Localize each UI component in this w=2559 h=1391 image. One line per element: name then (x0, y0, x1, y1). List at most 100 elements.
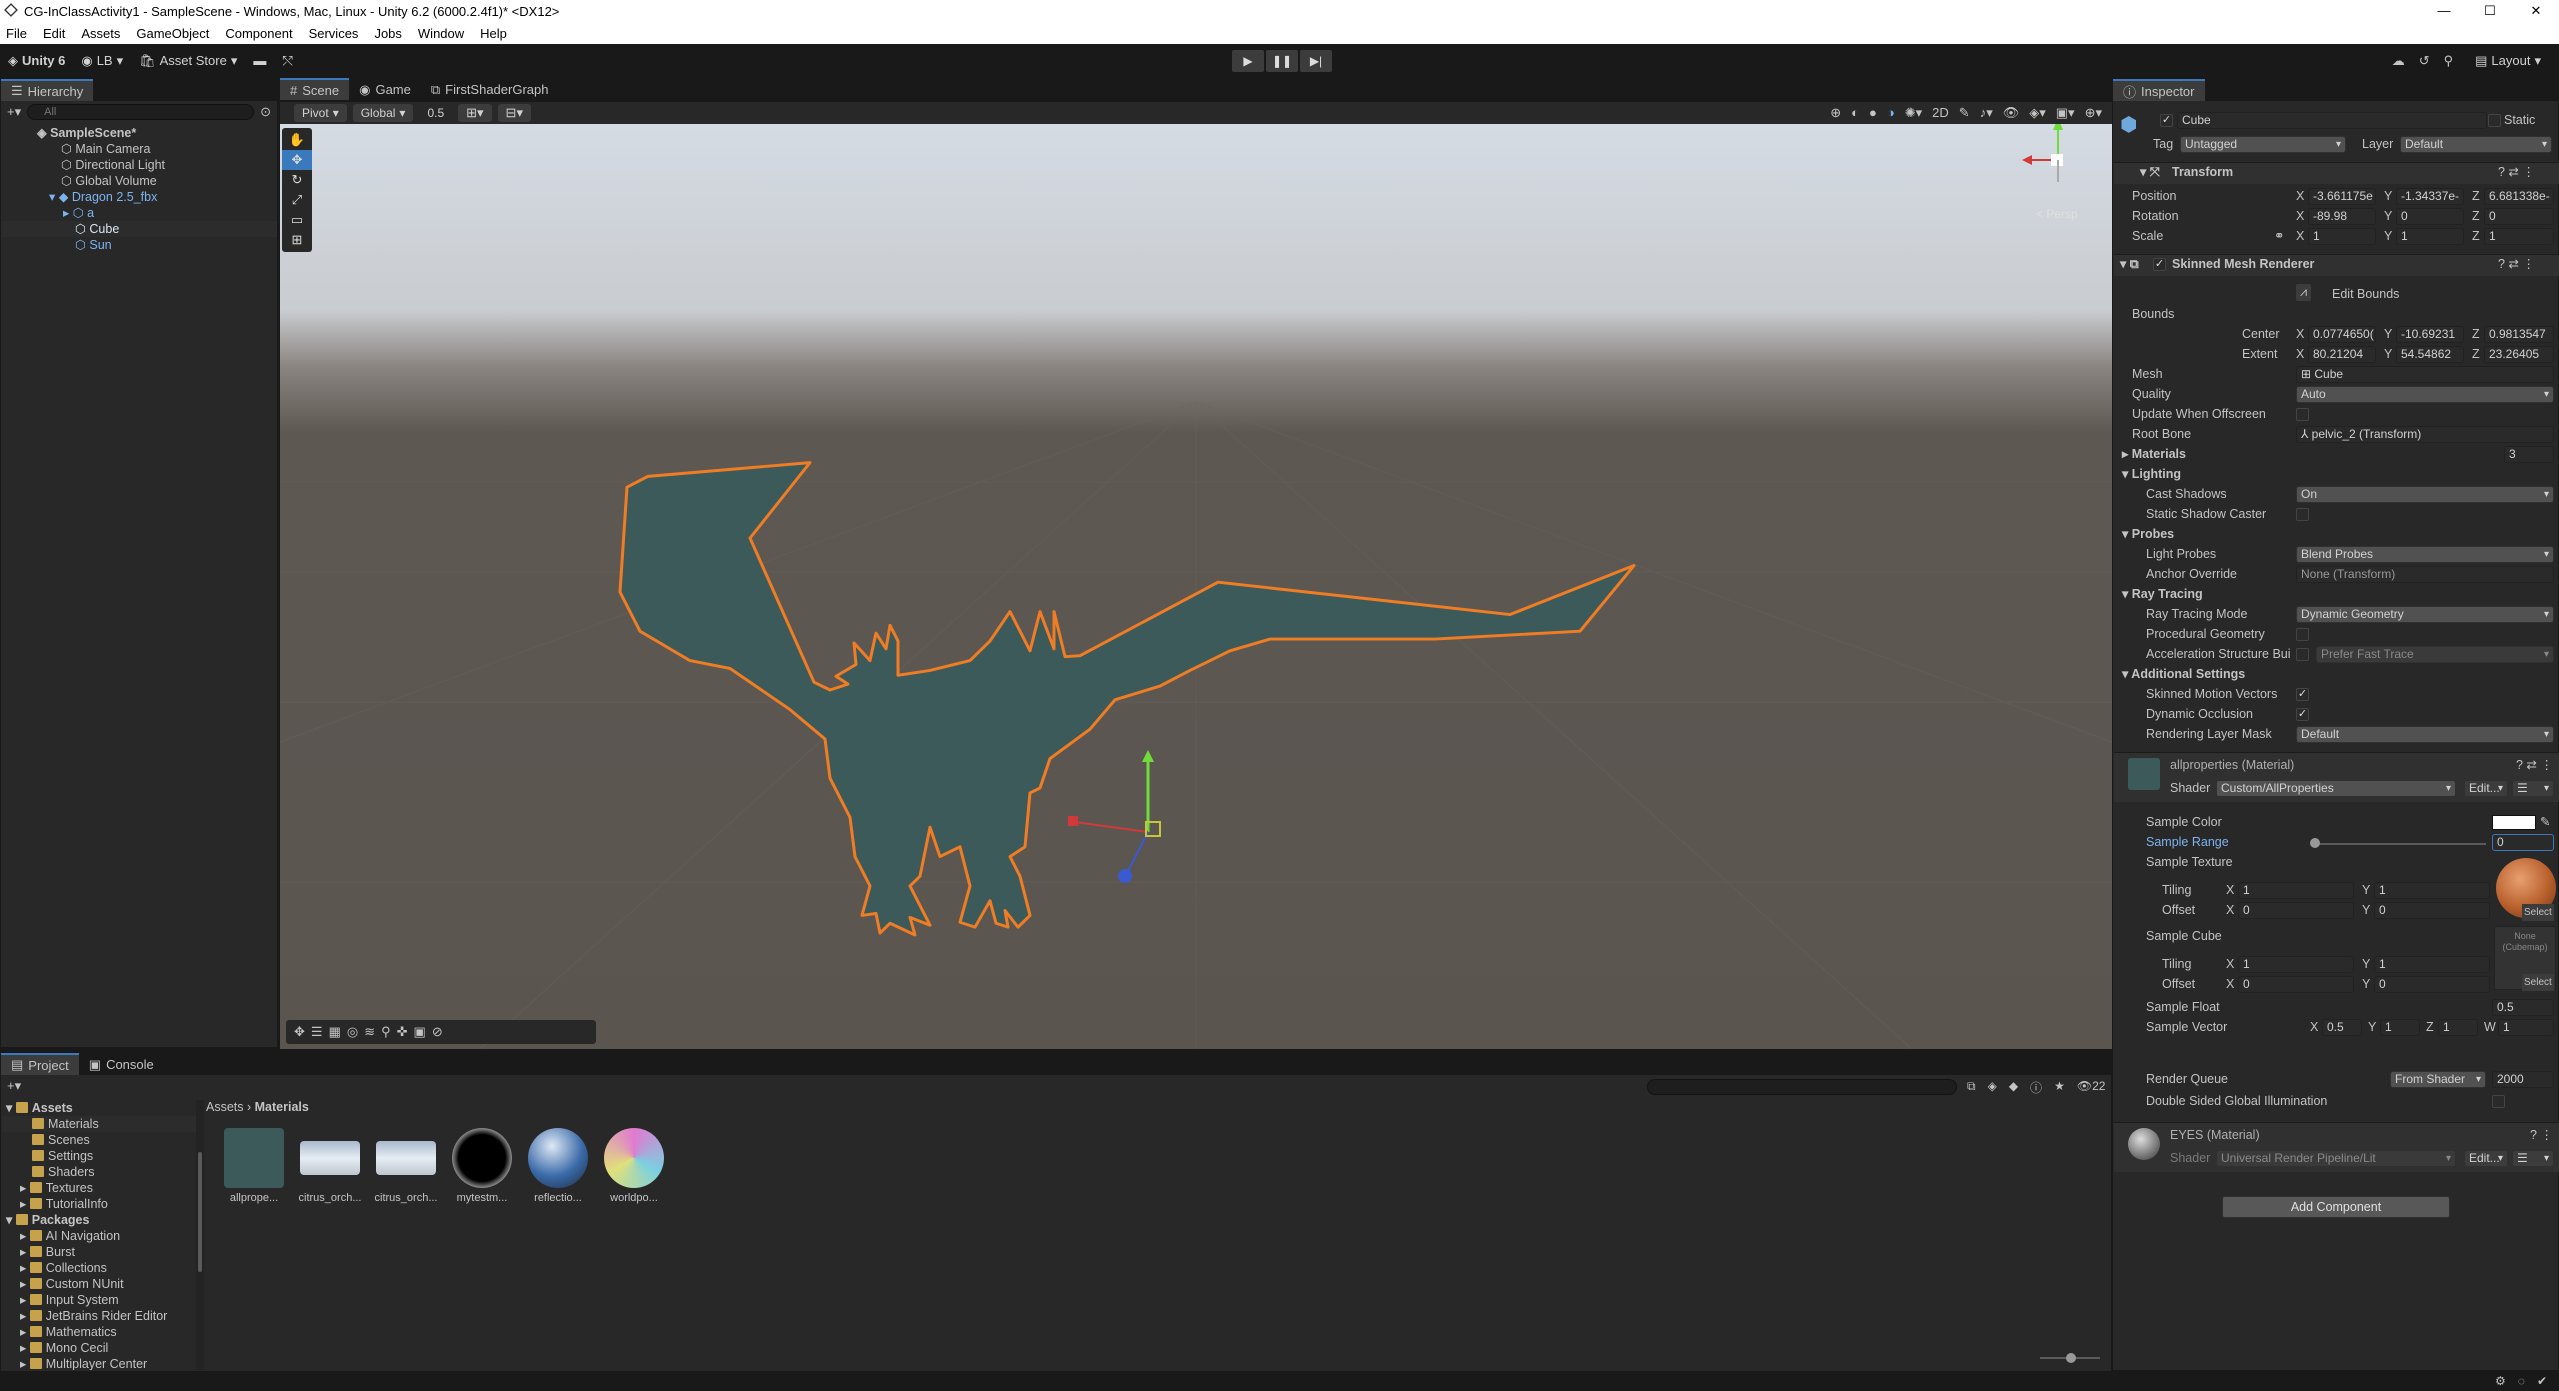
history-icon[interactable]: ↺ (2419, 53, 2430, 69)
lighting-toggle-icon[interactable]: ✎ (1959, 105, 1970, 121)
grid-snap-icon[interactable]: ⊞▾ (458, 104, 492, 122)
filter-icon[interactable]: ⊙ (260, 104, 271, 120)
vector-w-field[interactable]: 1 (2498, 1019, 2554, 1036)
rotation-z-field[interactable]: 0 (2484, 208, 2554, 225)
cube-tiling-x-field[interactable]: 1 (2238, 956, 2354, 973)
sample-range-field[interactable]: 0 (2492, 834, 2554, 851)
anchor-override-field[interactable]: None (Transform) (2296, 566, 2554, 583)
shader-dropdown[interactable]: Custom/AllProperties (2216, 780, 2456, 797)
tree-item-shaders[interactable]: Shaders (2, 1164, 198, 1180)
asset-citrus-orchard-1[interactable]: citrus_orch... (298, 1128, 362, 1204)
center-x-field[interactable]: 0.0774650( (2308, 326, 2376, 343)
tree-item-multiplayer-center[interactable]: ▸ Multiplayer Center (2, 1356, 198, 1370)
smr-enabled-checkbox[interactable]: ✓ (2153, 258, 2166, 271)
account-button[interactable]: ◉ LB ▾ (73, 50, 131, 72)
hierarchy-item-global-volume[interactable]: ⬡ Global Volume (1, 173, 277, 189)
search-by-label-icon[interactable]: ◈ (1988, 1079, 1997, 1096)
unity-account-button[interactable]: ◈ Unity 6 (0, 50, 73, 72)
overlay-frame-icon[interactable]: ▣ (414, 1024, 426, 1040)
overlay-move-icon[interactable]: ✥ (294, 1024, 305, 1040)
tree-item-burst[interactable]: ▸ Burst (2, 1244, 198, 1260)
position-z-field[interactable]: 6.681338e- (2484, 188, 2554, 205)
shader-options-button[interactable]: ☰ (2512, 780, 2554, 797)
cube-offset-x-field[interactable]: 0 (2238, 976, 2354, 993)
overlay-align-icon[interactable]: ☰ (311, 1024, 323, 1040)
menu-gameobject[interactable]: GameObject (136, 26, 209, 41)
cast-shadows-dropdown[interactable]: On (2296, 486, 2554, 503)
texture-offset-x-field[interactable]: 0 (2238, 902, 2354, 919)
cube-select-button[interactable]: Select (2522, 974, 2554, 991)
maximize-button[interactable]: ☐ (2467, 0, 2513, 22)
collab-icon[interactable]: ✔ (2537, 1374, 2547, 1388)
eyes-shader-dropdown[interactable]: Universal Render Pipeline/Lit (2216, 1150, 2456, 1167)
tab-hierarchy[interactable]: ☰ Hierarchy (1, 79, 94, 101)
eyes-shader-edit-button[interactable]: Edit... (2464, 1150, 2508, 1167)
tab-console[interactable]: ▣ Console (78, 1053, 164, 1075)
menu-edit[interactable]: Edit (43, 26, 65, 41)
quality-dropdown[interactable]: Auto (2296, 386, 2554, 403)
texture-tiling-x-field[interactable]: 1 (2238, 882, 2354, 899)
accel-structure-checkbox[interactable] (2296, 648, 2309, 661)
debug-icon[interactable]: ⚙ (2495, 1374, 2506, 1388)
scene-viewport[interactable]: < Persp ✋ ✥ ↻ ⤢ ▭ ⊞ ✥ ☰ ▦ ◎ ≋ ⚲ ✜ ▣ ⊘ (280, 102, 2112, 1049)
cloud-icon[interactable]: ☁ (2392, 53, 2405, 69)
overlay-layers-icon[interactable]: ≋ (364, 1024, 375, 1040)
move-tool-icon[interactable]: ✥ (282, 150, 312, 170)
increment-snap-icon[interactable]: ⊟▾ (497, 104, 531, 122)
texture-select-button[interactable]: Select (2522, 904, 2554, 921)
position-x-field[interactable]: -3.661175e (2308, 188, 2376, 205)
static-checkbox[interactable] (2488, 114, 2501, 127)
tree-item-packages[interactable]: ▾ Packages (2, 1212, 198, 1228)
info-icon[interactable]: ⓘ (2030, 1079, 2042, 1096)
tree-item-textures[interactable]: ▸ Textures (2, 1180, 198, 1196)
project-search-input[interactable] (1647, 1079, 1957, 1095)
tab-game[interactable]: ◉ Game (349, 78, 421, 100)
vector-y-field[interactable]: 1 (2380, 1019, 2420, 1036)
transform-tool-icon[interactable]: ⊞ (282, 230, 312, 250)
play-button[interactable]: ▶ (1232, 50, 1264, 72)
center-z-field[interactable]: 0.9813547 (2484, 326, 2554, 343)
tag-icon[interactable]: ◆ (2009, 1079, 2018, 1096)
tag-dropdown[interactable]: Untagged (2180, 136, 2346, 153)
hierarchy-item-sun[interactable]: ⬡ Sun (1, 237, 277, 253)
position-y-field[interactable]: -1.34337e- (2396, 188, 2464, 205)
menu-file[interactable]: File (6, 26, 27, 41)
texture-tiling-y-field[interactable]: 1 (2374, 882, 2490, 899)
tab-inspector[interactable]: ⓘ Inspector (2113, 79, 2205, 101)
rendering-layer-mask-dropdown[interactable]: Default (2296, 726, 2554, 743)
2d-toggle-icon[interactable]: 2D (1932, 105, 1949, 121)
scale-tool-icon[interactable]: ⤢ (282, 190, 312, 210)
tree-item-assets[interactable]: ▾ Assets (2, 1100, 198, 1116)
component-menu-icon[interactable]: ? ⇄ ⋮ (2516, 757, 2553, 774)
additional-settings-foldout[interactable]: ▾ Additional Settings (2122, 666, 2245, 683)
overlay-grid-icon[interactable]: ▦ (329, 1024, 341, 1040)
object-name-field[interactable]: Cube (2177, 112, 2487, 129)
shader-edit-button[interactable]: Edit... (2464, 780, 2508, 797)
hand-tool-icon[interactable]: ✋ (282, 130, 312, 150)
overlay-zoom-icon[interactable]: ⚲ (381, 1024, 391, 1040)
hierarchy-item-scene[interactable]: ◈ SampleScene* (1, 125, 277, 141)
tab-scene[interactable]: # Scene (280, 78, 350, 100)
close-button[interactable]: ✕ (2513, 0, 2559, 22)
scale-y-field[interactable]: 1 (2396, 228, 2464, 245)
draw-mode-icon[interactable]: ✺▾ (1905, 105, 1922, 121)
asset-citrus-orchard-2[interactable]: citrus_orch... (374, 1128, 438, 1204)
breadcrumb-materials[interactable]: Materials (255, 1100, 309, 1114)
hierarchy-search-input[interactable] (27, 104, 255, 120)
active-checkbox[interactable]: ✓ (2160, 114, 2173, 127)
menu-help[interactable]: Help (480, 26, 507, 41)
texture-offset-y-field[interactable]: 0 (2374, 902, 2490, 919)
package-button[interactable]: ▬ (245, 50, 274, 72)
root-bone-field[interactable]: ⅄ pelvic_2 (Transform) (2296, 426, 2554, 443)
search-icon[interactable]: ⚲ (2444, 53, 2454, 69)
render-queue-dropdown[interactable]: From Shader (2390, 1071, 2486, 1088)
edit-bounds-button[interactable]: Edit Bounds (2332, 286, 2399, 303)
tree-item-jetbrains[interactable]: ▸ JetBrains Rider Editor (2, 1308, 198, 1324)
effects-icon[interactable]: ◈▾ (2029, 105, 2046, 121)
snap-value[interactable]: 0.5 (419, 104, 452, 122)
static-shadow-caster-checkbox[interactable] (2296, 508, 2309, 521)
tree-item-input-system[interactable]: ▸ Input System (2, 1292, 198, 1308)
layer-dropdown[interactable]: Default (2400, 136, 2552, 153)
tree-scrollbar-thumb[interactable] (198, 1152, 202, 1272)
hierarchy-item-cube[interactable]: ⬡ Cube (1, 221, 277, 237)
